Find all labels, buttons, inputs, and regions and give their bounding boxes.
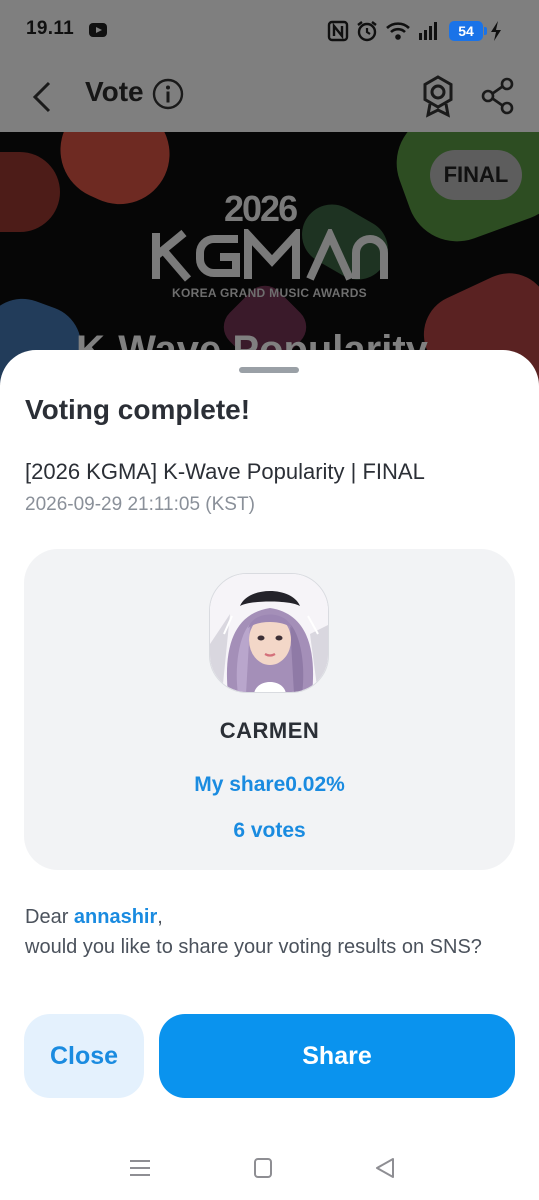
close-button[interactable]: Close: [24, 1014, 144, 1098]
banner-decoration: [0, 152, 60, 232]
greeting-comma: ,: [157, 906, 163, 928]
final-badge: FINAL: [430, 150, 522, 200]
status-time: 19.11: [26, 18, 74, 39]
back-button[interactable]: [22, 74, 62, 120]
back-triangle-icon[interactable]: [370, 1155, 400, 1181]
candidate-avatar: [209, 573, 329, 693]
candidate-photo: [210, 574, 328, 692]
share-prompt: Dear annashir, would you like to share yo…: [25, 902, 505, 962]
app-bar: Vote: [0, 62, 539, 132]
banner-year: 2026: [224, 188, 298, 229]
vote-timestamp: 2026-09-29 21:11:05 (KST): [25, 494, 255, 515]
alarm-icon: [357, 21, 377, 42]
vote-name: [2026 KGMA] K-Wave Popularity | FINAL: [25, 459, 425, 484]
greeting-text: Dear: [25, 906, 74, 928]
username: annashir: [73, 906, 158, 928]
charging-icon: [491, 21, 501, 41]
back-icon: [32, 81, 51, 113]
recents-menu-icon[interactable]: [125, 1155, 155, 1181]
result-card: CARMEN My share0.02% 6 votes: [24, 549, 515, 870]
banner-decoration: [44, 132, 186, 221]
wifi-icon: [386, 22, 410, 40]
share-icon[interactable]: [478, 74, 518, 118]
award-icon[interactable]: [418, 74, 458, 118]
home-square-icon[interactable]: [248, 1155, 278, 1181]
battery-icon: 54: [449, 21, 487, 41]
status-bar: 19.11 54: [0, 0, 539, 62]
banner-subtitle: KOREA GRAND MUSIC AWARDS: [172, 286, 367, 300]
info-icon[interactable]: [151, 77, 185, 111]
page-title: Vote: [85, 76, 144, 107]
nfc-icon: [327, 20, 349, 42]
share-prompt-body: would you like to share your voting resu…: [25, 936, 482, 958]
sheet-title: Voting complete!: [25, 394, 251, 425]
youtube-icon: [89, 23, 107, 37]
status-icons: 54: [327, 18, 503, 44]
vote-count: 6 votes: [233, 819, 306, 842]
drag-handle[interactable]: [239, 367, 299, 373]
kgma-logo: [152, 229, 388, 282]
system-nav-bar: [0, 1140, 539, 1200]
signal-icon: [419, 22, 437, 40]
vote-complete-sheet: Voting complete! [2026 KGMA] K-Wave Popu…: [0, 350, 539, 1200]
my-share-value: My share0.02%: [194, 773, 345, 796]
candidate-name: CARMEN: [219, 718, 320, 743]
share-button[interactable]: Share: [159, 1014, 515, 1098]
